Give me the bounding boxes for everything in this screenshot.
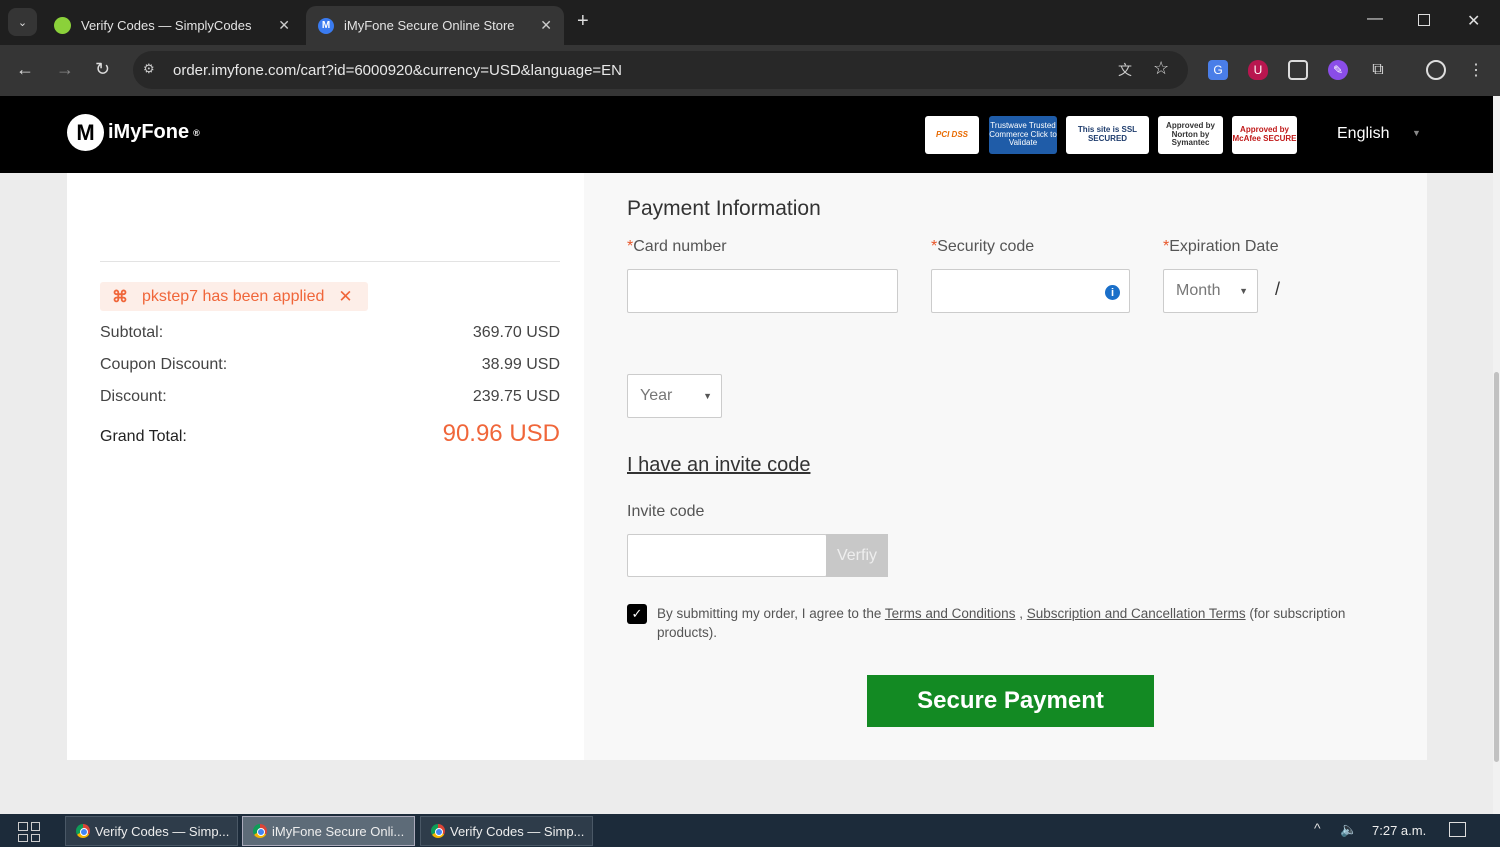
chrome-icon: [253, 824, 267, 838]
divider: [100, 261, 560, 262]
imyfone-favicon: M: [318, 17, 334, 34]
caret-down-icon: ▼: [1412, 128, 1421, 138]
month-select[interactable]: Month ▼: [1163, 269, 1258, 313]
security-code-label: *Security code: [931, 238, 1035, 255]
caret-down-icon: ▼: [703, 391, 712, 401]
url-text: order.imyfone.com/cart?id=6000920&curren…: [173, 61, 623, 79]
agree-checkbox[interactable]: ✓: [627, 604, 647, 624]
norton-badge: Approved by Norton by Symantec: [1158, 116, 1223, 154]
clock[interactable]: 7:27 a.m.: [1372, 823, 1426, 838]
ssl-secured-badge: This site is SSL SECURED: [1066, 116, 1149, 154]
date-separator: /: [1275, 279, 1281, 299]
security-code-input[interactable]: i: [931, 269, 1130, 313]
reload-icon[interactable]: ↻: [95, 59, 110, 80]
taskbar-item-verify-codes[interactable]: Verify Codes — Simp...: [65, 816, 238, 846]
notifications-icon[interactable]: [1449, 822, 1466, 837]
logo-text: iMyFone: [108, 121, 190, 143]
taskbar-item-verify-codes-2[interactable]: Verify Codes — Simp...: [420, 816, 593, 846]
coupon-text: pkstep7 has been applied: [142, 287, 325, 305]
volume-icon[interactable]: 🔈: [1340, 821, 1357, 838]
chrome-icon: [76, 824, 90, 838]
grand-total-row: Grand Total: 90.96 USD: [100, 420, 560, 447]
scrollbar[interactable]: [1493, 96, 1500, 814]
payment-title: Payment Information: [627, 197, 821, 220]
logo-icon: M: [67, 114, 104, 151]
tab-search-button[interactable]: ⌄: [8, 8, 37, 36]
invite-code-link[interactable]: I have an invite code: [627, 454, 810, 477]
extensions-puzzle-icon[interactable]: ⧉: [1368, 60, 1388, 80]
windows-taskbar: Verify Codes — Simp... iMyFone Secure On…: [0, 814, 1500, 847]
verify-button[interactable]: Verfiy: [826, 534, 888, 577]
trustwave-badge[interactable]: Trustwave Trusted Commerce Click to Vali…: [989, 116, 1057, 154]
taskbar-item-imyfone[interactable]: iMyFone Secure Onli...: [242, 816, 415, 846]
reader-extension-icon[interactable]: [1288, 60, 1308, 80]
imyfone-logo[interactable]: M iMyFone ®: [67, 114, 200, 151]
start-grid-icon[interactable]: [18, 822, 40, 842]
language-value: English: [1337, 125, 1390, 142]
subscription-terms-link[interactable]: Subscription and Cancellation Terms: [1027, 606, 1246, 621]
subtotal-row: Subtotal: 369.70 USD: [100, 324, 560, 341]
close-window-button[interactable]: ✕: [1467, 11, 1480, 31]
terms-link[interactable]: Terms and Conditions: [885, 606, 1016, 621]
card-number-label: *Card number: [627, 238, 727, 255]
close-tab-icon[interactable]: ✕: [540, 17, 552, 34]
remove-coupon-icon[interactable]: ✕: [338, 287, 352, 307]
info-icon[interactable]: i: [1105, 285, 1120, 300]
secure-payment-button[interactable]: Secure Payment: [867, 675, 1154, 727]
simplycodes-favicon: [54, 17, 71, 34]
tray-chevron-icon[interactable]: ^: [1314, 820, 1321, 836]
expiration-date-label: *Expiration Date: [1163, 238, 1279, 255]
restore-button[interactable]: [1418, 14, 1430, 26]
tab-title: iMyFone Secure Online Store: [344, 18, 515, 33]
language-select[interactable]: English ▼: [1337, 125, 1427, 143]
bookmark-star-icon[interactable]: ☆: [1153, 58, 1169, 79]
site-header: M iMyFone ® PCI DSS Trustwave Trusted Com…: [0, 96, 1493, 173]
discount-row: Discount: 239.75 USD: [100, 388, 560, 405]
caret-down-icon: ▼: [1239, 286, 1248, 296]
scrollbar-thumb[interactable]: [1494, 372, 1499, 762]
pci-dss-badge: PCI DSS: [925, 116, 979, 154]
coupon-applied-badge: ⌘ pkstep7 has been applied ✕: [100, 282, 368, 311]
new-tab-button[interactable]: +: [577, 10, 589, 33]
ticket-icon: ⌘: [112, 288, 128, 306]
chrome-icon: [431, 824, 445, 838]
site-info-icon[interactable]: ⚙: [143, 61, 155, 77]
tab-title: Verify Codes — SimplyCodes: [81, 18, 252, 33]
forward-icon[interactable]: →: [56, 59, 74, 80]
translate-icon[interactable]: 文: [1118, 60, 1132, 80]
year-select[interactable]: Year ▼: [627, 374, 722, 418]
invite-code-input[interactable]: [627, 534, 827, 577]
back-icon[interactable]: ←: [16, 59, 34, 80]
agreement-text: By submitting my order, I agree to the T…: [657, 606, 1346, 640]
ublock-extension-icon[interactable]: U: [1248, 60, 1268, 80]
tab-verify-codes[interactable]: Verify Codes — SimplyCodes ✕: [42, 6, 302, 45]
tab-imyfone[interactable]: M iMyFone Secure Online Store ✕: [306, 6, 564, 45]
menu-icon[interactable]: ⋮: [1466, 60, 1486, 80]
coupon-discount-row: Coupon Discount: 38.99 USD: [100, 356, 560, 373]
profile-icon[interactable]: [1426, 60, 1446, 80]
google-translate-extension-icon[interactable]: G: [1208, 60, 1228, 80]
purple-extension-icon[interactable]: ✎: [1328, 60, 1348, 80]
browser-tab-bar: ⌄ Verify Codes — SimplyCodes ✕ M iMyFone…: [0, 0, 1500, 45]
close-tab-icon[interactable]: ✕: [278, 17, 290, 34]
minimize-button[interactable]: —: [1367, 10, 1383, 28]
invite-code-label: Invite code: [627, 503, 705, 520]
address-bar[interactable]: ⚙ order.imyfone.com/cart?id=6000920&curr…: [133, 51, 1188, 89]
card-number-input[interactable]: [627, 269, 898, 313]
mcafee-badge: Approved by McAfee SECURE: [1232, 116, 1297, 154]
